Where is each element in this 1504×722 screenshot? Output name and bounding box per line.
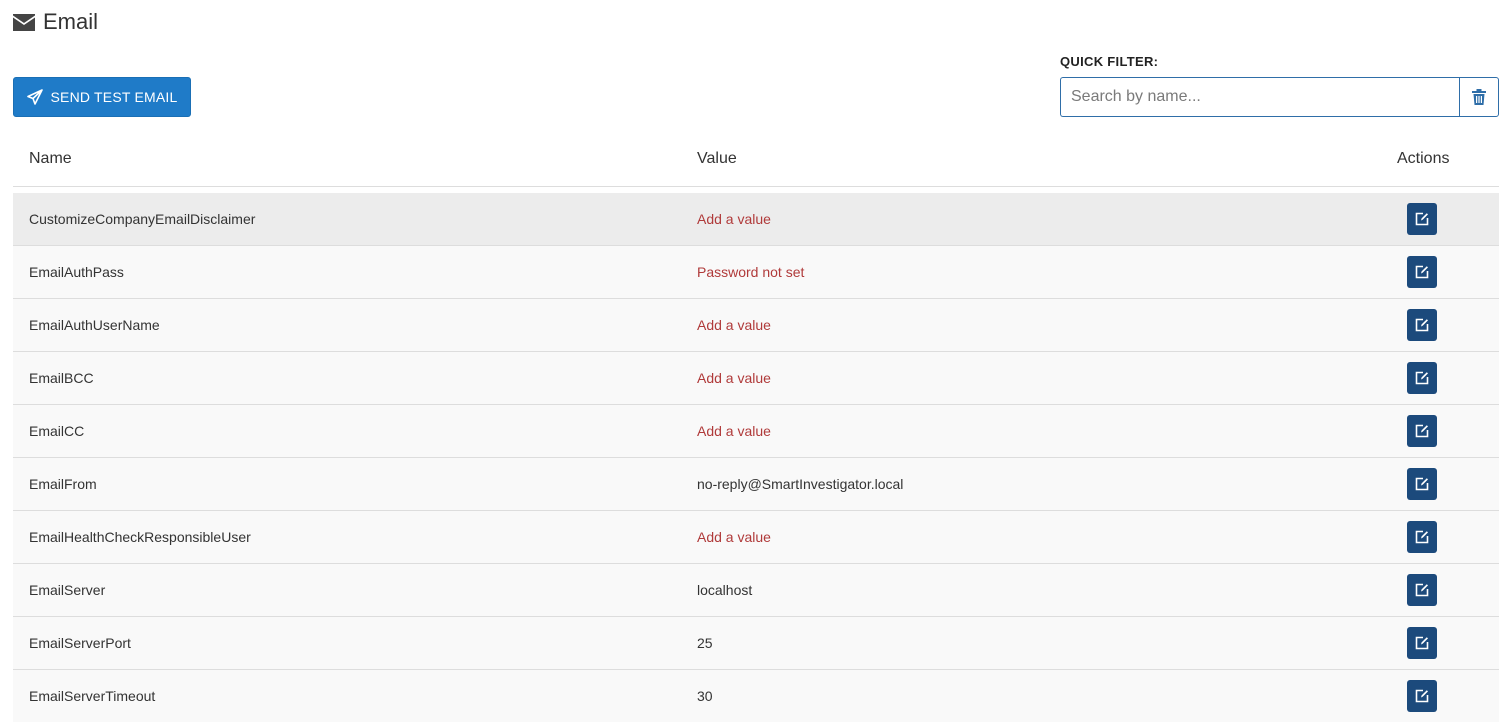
edit-icon <box>1415 424 1429 438</box>
edit-icon <box>1415 371 1429 385</box>
setting-value: 25 <box>697 635 713 651</box>
table-row: EmailFrom no-reply@SmartInvestigator.loca… <box>13 458 1499 511</box>
setting-name: CustomizeCompanyEmailDisclaimer <box>29 211 256 227</box>
setting-value[interactable]: Add a value <box>697 405 771 457</box>
setting-value: localhost <box>697 582 753 598</box>
edit-button[interactable] <box>1407 256 1437 288</box>
edit-button[interactable] <box>1407 680 1437 712</box>
edit-button[interactable] <box>1407 574 1437 606</box>
quick-filter-label: QUICK FILTER: <box>1060 54 1159 69</box>
table-row: EmailAuthPass Password not set <box>13 246 1499 299</box>
edit-icon <box>1415 636 1429 650</box>
setting-name: EmailServer <box>29 582 106 598</box>
edit-button[interactable] <box>1407 309 1437 341</box>
setting-name: EmailHealthCheckResponsibleUser <box>29 529 251 545</box>
search-input[interactable] <box>1060 77 1459 117</box>
column-header-actions: Actions <box>1397 150 1450 167</box>
edit-icon <box>1415 689 1429 703</box>
edit-icon <box>1415 583 1429 597</box>
paper-plane-icon <box>26 89 43 105</box>
edit-icon <box>1415 477 1429 491</box>
setting-value[interactable]: Password not set <box>697 246 804 298</box>
setting-name: EmailServerTimeout <box>29 688 156 704</box>
table-row: EmailServer localhost <box>13 564 1499 617</box>
table-header: Name Value Actions <box>13 132 1499 187</box>
table-row: EmailServerTimeout 30 <box>13 670 1499 722</box>
edit-button[interactable] <box>1407 362 1437 394</box>
setting-value: no-reply@SmartInvestigator.local <box>697 476 904 492</box>
email-settings-page: Email SEND TEST EMAIL QUICK FILTER: Sear… <box>0 0 1504 722</box>
edit-button[interactable] <box>1407 521 1437 553</box>
send-test-email-label: SEND TEST EMAIL <box>50 89 178 105</box>
setting-value[interactable]: Add a value <box>697 511 771 563</box>
setting-value[interactable]: Add a value <box>697 193 771 245</box>
edit-button[interactable] <box>1407 203 1437 235</box>
setting-value[interactable]: Add a value <box>697 299 771 351</box>
edit-icon <box>1415 212 1429 226</box>
edit-button[interactable] <box>1407 415 1437 447</box>
setting-value: 30 <box>697 688 713 704</box>
table-row: EmailBCC Add a value <box>13 352 1499 405</box>
table-body: CustomizeCompanyEmailDisclaimer Add a val… <box>13 193 1499 722</box>
send-test-email-button[interactable]: SEND TEST EMAIL <box>13 77 191 117</box>
setting-name: EmailFrom <box>29 476 97 492</box>
table-row: EmailCC Add a value <box>13 405 1499 458</box>
setting-name: EmailAuthUserName <box>29 317 160 333</box>
table-row: EmailHealthCheckResponsibleUser Add a val… <box>13 511 1499 564</box>
clear-filter-button[interactable] <box>1459 77 1499 117</box>
envelope-icon <box>13 12 35 32</box>
setting-name: EmailCC <box>29 423 85 439</box>
setting-name: EmailBCC <box>29 370 94 386</box>
edit-icon <box>1415 318 1429 332</box>
column-header-value[interactable]: Value <box>697 132 737 186</box>
table-row: CustomizeCompanyEmailDisclaimer Add a val… <box>13 193 1499 246</box>
quick-filter <box>1060 77 1499 117</box>
settings-table: Name Value Actions CustomizeCompanyEmail… <box>13 132 1499 722</box>
setting-name: EmailAuthPass <box>29 264 124 280</box>
table-row: EmailServerPort 25 <box>13 617 1499 670</box>
trash-icon <box>1472 89 1486 105</box>
edit-icon <box>1415 265 1429 279</box>
setting-name: EmailServerPort <box>29 635 131 651</box>
page-title-text: Email <box>43 9 99 34</box>
setting-value[interactable]: Add a value <box>697 352 771 404</box>
column-header-name[interactable]: Name <box>29 132 72 186</box>
edit-button[interactable] <box>1407 468 1437 500</box>
edit-button[interactable] <box>1407 627 1437 659</box>
page-title: Email <box>13 8 98 36</box>
edit-icon <box>1415 530 1429 544</box>
table-row: EmailAuthUserName Add a value <box>13 299 1499 352</box>
